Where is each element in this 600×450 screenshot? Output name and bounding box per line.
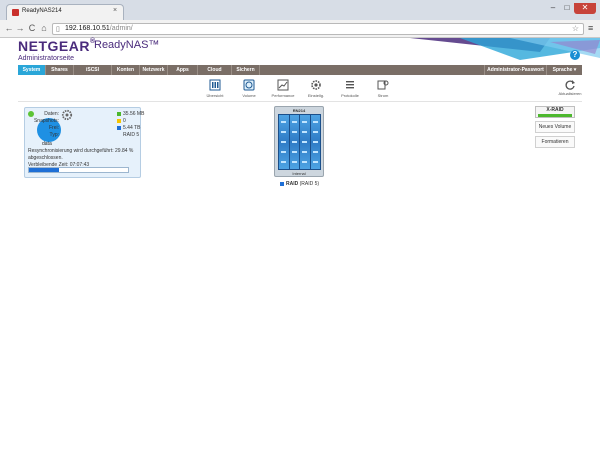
raid-type: (RAID 5) (299, 181, 320, 187)
format-button[interactable]: Formatieren (535, 136, 575, 148)
volume-icon (243, 79, 255, 91)
window-close-icon[interactable]: ✕ (574, 3, 596, 14)
bookmark-star-icon[interactable]: ☆ (572, 24, 579, 33)
section-divider (18, 101, 582, 102)
nav-system[interactable]: System (18, 65, 46, 75)
device-location-label: Internal (292, 171, 306, 176)
drive-bay[interactable] (310, 115, 320, 169)
resync-status: Resynchronisierung wird durchgeführt: 29… (28, 148, 138, 169)
performance-icon (277, 79, 289, 91)
xraid-status-bar (538, 114, 572, 117)
subnav-power[interactable]: Strom (364, 79, 402, 99)
refresh-label: Aktualisieren (558, 91, 582, 96)
settings-icon (311, 80, 321, 90)
volume-card[interactable]: data Daten: 35.56 MB Snapshots: 0 Frei: … (24, 107, 144, 178)
resync-progress-bar (28, 167, 129, 173)
drive-bay[interactable] (279, 115, 289, 169)
xraid-label: X-RAID (546, 107, 564, 113)
drive-bays (278, 114, 321, 170)
favicon-icon (12, 9, 19, 16)
admin-password-link[interactable]: Administrator-Passwort (484, 65, 546, 75)
window-controls: – □ ✕ (546, 3, 596, 15)
subnav-label: Einstellg. (307, 93, 325, 98)
nav-sichern[interactable]: Sichern (232, 65, 260, 75)
minimize-icon[interactable]: – (546, 3, 560, 14)
nav-netzwerk[interactable]: Netzwerk (140, 65, 168, 75)
main-nav: System Shares iSCSI Konten Netzwerk Apps… (18, 65, 582, 75)
tab-title: ReadyNAS214 (22, 8, 62, 14)
browser-menu-icon[interactable]: ≡ (588, 23, 593, 33)
page-info-icon[interactable]: ▯ (56, 25, 60, 33)
new-volume-button[interactable]: Neues Volume (535, 121, 575, 133)
back-icon[interactable]: ← (4, 23, 14, 34)
device-model: RN214 (292, 108, 306, 113)
browser-tab[interactable]: ReadyNAS214 × (6, 4, 124, 20)
subnav-settings[interactable]: Einstellg. (297, 79, 335, 99)
raid-swatch (280, 181, 284, 186)
subnav-overview[interactable]: Übersicht (196, 79, 234, 99)
refresh-button[interactable]: Aktualisieren (558, 79, 582, 99)
app-header: NETGEAR® ReadyNAS™ Administratorseite ? (0, 38, 600, 66)
maximize-icon[interactable]: □ (560, 3, 574, 14)
snapshots-legend-swatch (117, 119, 121, 123)
drive-bay[interactable] (289, 115, 299, 169)
raid-legend: RAID (RAID 5) (280, 181, 319, 187)
nav-shares[interactable]: Shares (46, 65, 74, 75)
logs-icon (346, 81, 354, 89)
nas-device-image[interactable]: RN214 Internal (274, 106, 324, 177)
subnav-label: Übersicht (206, 93, 224, 98)
nav-apps[interactable]: Apps (168, 65, 198, 75)
drive-bay[interactable] (300, 115, 310, 169)
netgear-logo: NETGEAR® (18, 38, 96, 54)
power-icon (377, 80, 389, 90)
refresh-icon (565, 80, 575, 90)
nav-iscsi[interactable]: iSCSI (74, 65, 112, 75)
reload-icon[interactable]: C (27, 23, 37, 34)
raid-name: RAID (286, 181, 299, 187)
gear-icon[interactable] (61, 109, 73, 121)
url-text: 192.168.10.51/admin/ (65, 25, 133, 32)
help-icon[interactable]: ? (570, 50, 580, 60)
browser-tab-bar: ReadyNAS214 × – □ ✕ (0, 0, 600, 20)
resync-text: Resynchronisierung wird durchgeführt: 29… (28, 148, 134, 161)
volume-name: data (42, 141, 52, 147)
forward-icon[interactable]: → (15, 23, 25, 34)
subnav-volume[interactable]: Volume (230, 79, 268, 99)
nav-konten[interactable]: Konten (112, 65, 140, 75)
product-name: ReadyNAS™ (94, 39, 160, 51)
language-menu[interactable]: Sprache ▾ (546, 65, 582, 75)
subnav-label: Volume (242, 93, 256, 98)
resync-progress-fill (29, 168, 59, 172)
free-legend-swatch (117, 126, 121, 130)
home-icon[interactable]: ⌂ (39, 23, 49, 34)
overview-icon (209, 79, 221, 91)
nav-cloud[interactable]: Cloud (198, 65, 232, 75)
tab-close-icon[interactable]: × (113, 7, 117, 14)
page-subtitle: Administratorseite (18, 55, 75, 62)
data-legend-swatch (117, 112, 121, 116)
xraid-toggle[interactable]: X-RAID (535, 106, 575, 118)
subnav-label: Strom (377, 93, 389, 98)
browser-toolbar: ← → C ⌂ ▯ 192.168.10.51/admin/ ☆ ≡ (0, 20, 600, 38)
address-bar[interactable]: ▯ 192.168.10.51/admin/ ☆ (52, 23, 584, 35)
